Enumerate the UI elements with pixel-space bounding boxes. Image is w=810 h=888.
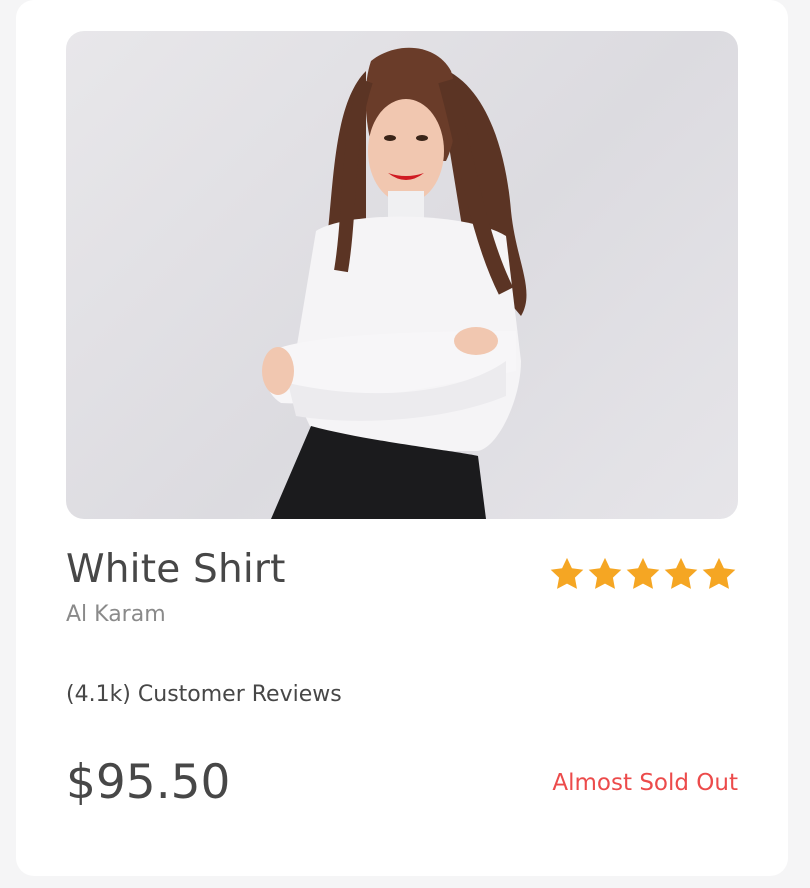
star-icon — [626, 557, 660, 589]
star-icon — [588, 557, 622, 589]
product-card[interactable]: White Shirt Al Karam (4.1k) Customer Rev… — [16, 0, 788, 876]
product-image — [66, 31, 738, 519]
star-icon — [664, 557, 698, 589]
product-price: $95.50 — [66, 755, 231, 810]
model-illustration — [262, 47, 527, 519]
customer-reviews-link[interactable]: (4.1k) Customer Reviews — [66, 682, 342, 707]
product-title: White Shirt — [66, 547, 286, 592]
star-icon — [702, 557, 736, 589]
stock-status: Almost Sold Out — [552, 770, 738, 796]
product-brand: Al Karam — [66, 602, 166, 627]
rating-stars — [548, 554, 738, 596]
star-icon — [550, 557, 584, 589]
